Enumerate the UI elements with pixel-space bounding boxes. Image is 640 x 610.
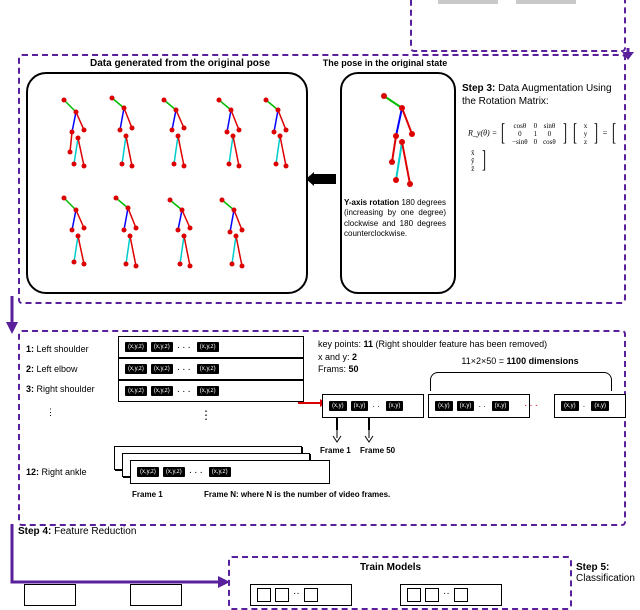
step5-label: Step 5: Classification bbox=[576, 562, 640, 584]
red-dots-icon: ··· bbox=[524, 400, 540, 411]
frame1-caption: Frame 1 bbox=[132, 490, 163, 499]
dimensions-label: 11×2×50 = 1100 dimensions bbox=[420, 356, 620, 366]
frameN-caption: Frame N: where N is the number of video … bbox=[204, 490, 390, 499]
sample-frame-img bbox=[438, 0, 498, 4]
frame1-label: Frame 1 bbox=[320, 446, 351, 455]
train-title: Train Models bbox=[360, 562, 421, 573]
frame-row: (x,y,z)(x,y,z) ···(x,y,z) bbox=[118, 358, 304, 380]
model-box: ·· bbox=[400, 584, 502, 606]
model-box bbox=[24, 584, 76, 606]
model-box bbox=[130, 584, 182, 606]
brace-icon bbox=[430, 372, 612, 391]
rotation-note: Y-axis rotation 180 degrees (increasing … bbox=[344, 198, 446, 240]
generated-title: Data generated from the original pose bbox=[90, 58, 270, 69]
skeleton-group-icon bbox=[36, 82, 296, 282]
red-arrow-icon bbox=[298, 402, 320, 404]
vector-segment: (x,y)·(x,y) bbox=[554, 394, 626, 418]
vector-segment: (x,y)(x,y) ··(x,y) bbox=[322, 394, 424, 418]
generated-poses-box bbox=[26, 72, 308, 294]
frame-row-3d: (x,y,z)(x,y,z) ···(x,y,z) bbox=[130, 460, 330, 484]
frame-row: (x,y,z)(x,y,z) ···(x,y,z) bbox=[118, 380, 304, 402]
arrow-down-icon bbox=[364, 428, 374, 444]
original-pose-box bbox=[340, 72, 456, 294]
vertical-dots-icon: ⋮ bbox=[200, 408, 212, 422]
skeleton-original-icon bbox=[372, 84, 432, 194]
original-title: The pose in the original state bbox=[310, 58, 460, 68]
left-arrow-icon bbox=[306, 172, 336, 186]
sample-frame-img bbox=[516, 0, 576, 4]
frame-stack: (x,y,z)(x,y,z) ···(x,y,z) (x,y,z)(x,y,z)… bbox=[118, 336, 304, 402]
vector-segment: (x,y)(x,y) ··(x,y) bbox=[428, 394, 530, 418]
joint-list: 1: Left shoulder 2: Left elbow 3: Right … bbox=[26, 340, 95, 483]
frame50-label: Frame 50 bbox=[360, 446, 395, 455]
step2-images-box bbox=[410, 0, 626, 52]
model-box: ·· bbox=[250, 584, 352, 606]
rotation-formula: R_y(θ) = [ cosθ0sinθ 010 −sinθ0cosθ ] [ … bbox=[468, 120, 628, 174]
arrow-down-icon bbox=[332, 428, 342, 444]
frame-row: (x,y,z)(x,y,z) ···(x,y,z) bbox=[118, 336, 304, 358]
step3-label: Step 3: Data Augmentation Using the Rota… bbox=[462, 82, 622, 108]
